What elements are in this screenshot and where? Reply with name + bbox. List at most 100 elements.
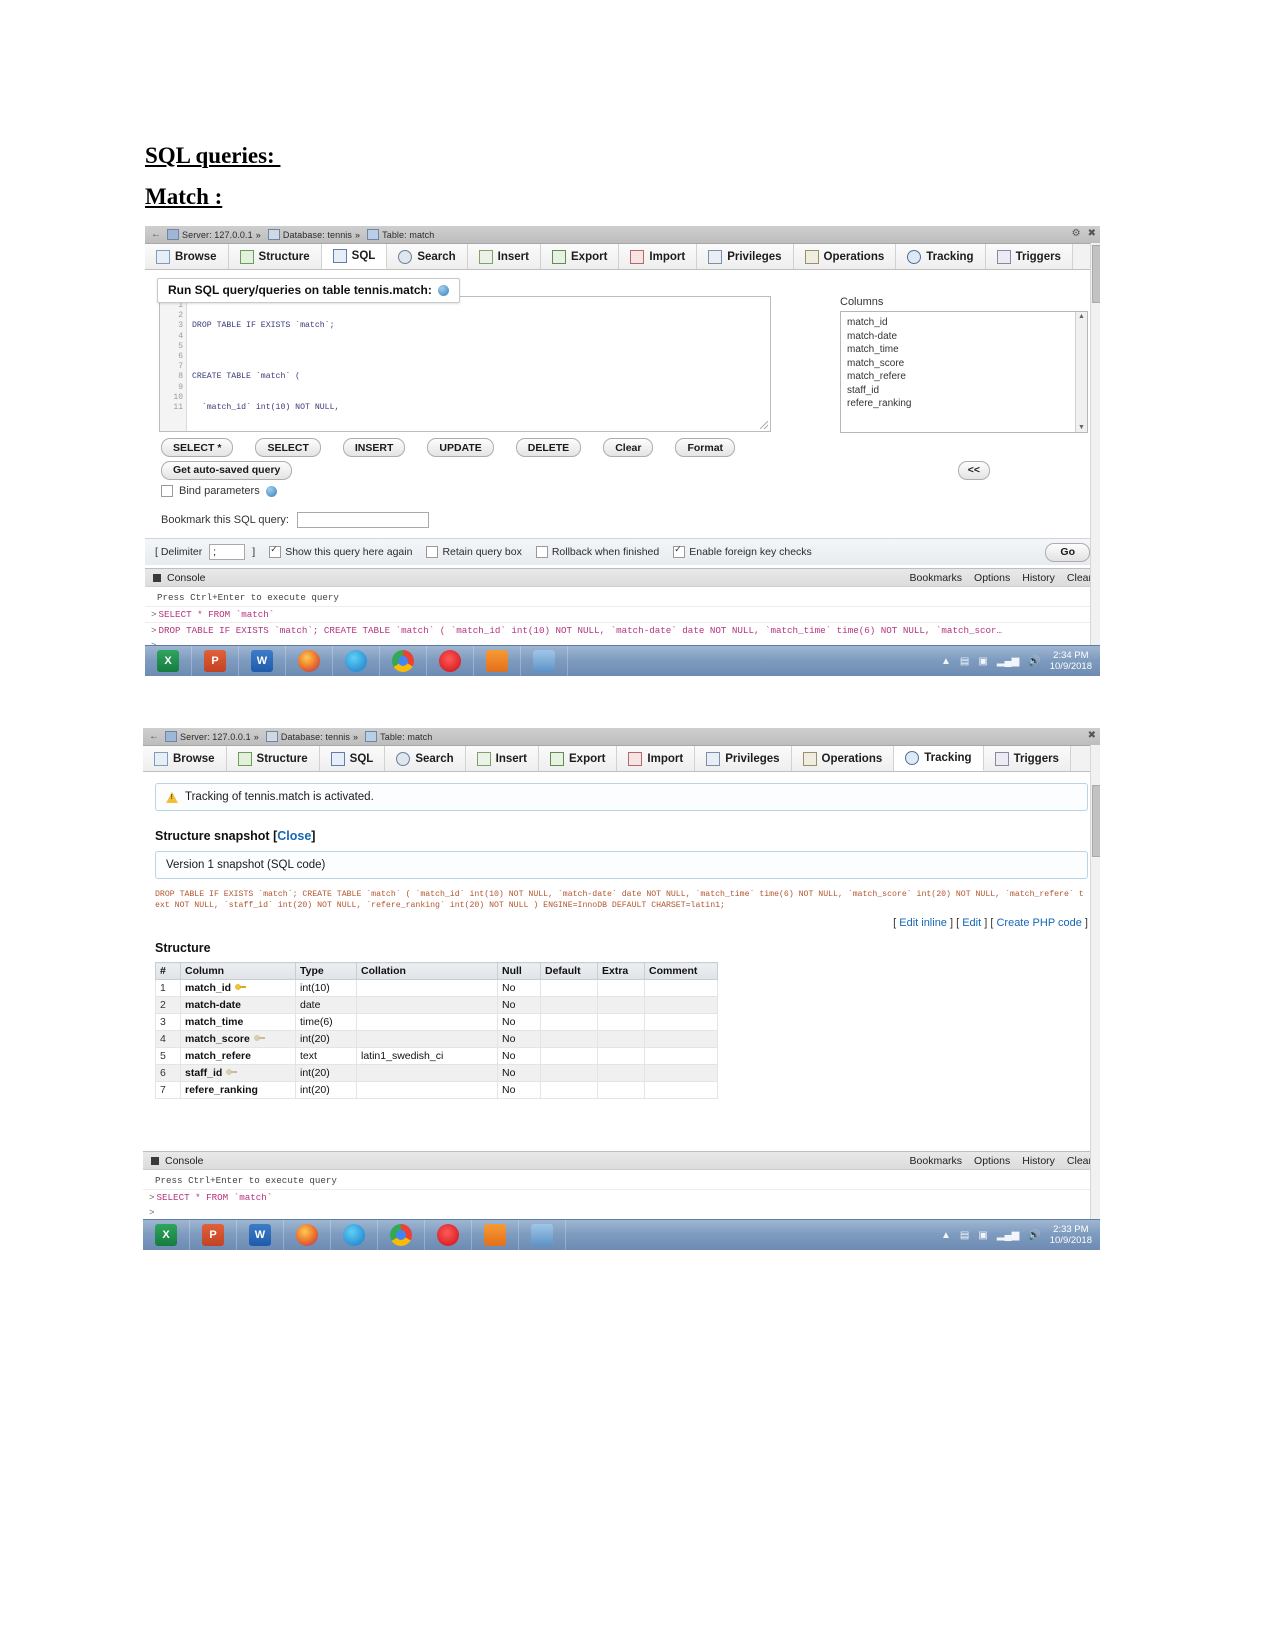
column-option[interactable]: match_time xyxy=(847,343,1069,357)
edit-inline-link[interactable]: Edit inline xyxy=(899,917,947,929)
tab-triggers[interactable]: Triggers xyxy=(985,244,1073,269)
tab-browse[interactable]: Browse xyxy=(145,244,229,269)
tab-tracking[interactable]: Tracking xyxy=(896,244,986,269)
columns-listbox[interactable]: match_id match-date match_time match_sco… xyxy=(840,311,1088,433)
volume-icon[interactable]: 🔊 xyxy=(1028,656,1040,667)
help-icon[interactable] xyxy=(265,485,277,497)
taskbar-powerpoint[interactable]: P xyxy=(192,646,239,676)
sql-editor-code[interactable]: DROP TABLE IF EXISTS `match`; CREATE TAB… xyxy=(187,297,770,431)
insert-columns-button[interactable]: << xyxy=(957,460,990,480)
scrollbar-thumb[interactable] xyxy=(1092,785,1100,857)
tab-tracking[interactable]: Tracking xyxy=(894,746,984,771)
taskbar-chrome[interactable] xyxy=(380,646,427,676)
option-rollback-when-finished[interactable]: Rollback when finished xyxy=(535,546,659,558)
show-query-again-checkbox[interactable] xyxy=(269,544,282,558)
taskbar-opera[interactable] xyxy=(425,1220,472,1250)
taskbar-explorer[interactable] xyxy=(521,646,568,676)
taskbar-edge[interactable] xyxy=(331,1220,378,1250)
table-row[interactable]: 6 staff_id int(20) No xyxy=(155,1064,718,1082)
show-hidden-icon[interactable]: ▲ xyxy=(941,656,951,667)
get-auto-saved-query-button[interactable]: Get auto-saved query xyxy=(161,460,293,480)
console-bookmarks-link[interactable]: Bookmarks xyxy=(910,572,963,584)
console-clear-link[interactable]: Clear xyxy=(1067,572,1092,584)
sql-editor[interactable]: 1 2 3 4 5 6 7 8 9 10 11 DROP TABLE IF EX… xyxy=(159,296,771,432)
shot2-scrollbar[interactable] xyxy=(1090,745,1100,1220)
console-clear-link[interactable]: Clear xyxy=(1067,1155,1092,1167)
breadcrumb-database[interactable]: Database: tennis xyxy=(283,230,352,240)
table-row[interactable]: 1 match_id int(10) No xyxy=(155,979,718,997)
foreign-key-checks-checkbox[interactable] xyxy=(673,544,686,558)
taskbar-word[interactable]: W xyxy=(239,646,286,676)
format-button[interactable]: Format xyxy=(675,438,736,457)
taskbar-explorer[interactable] xyxy=(519,1220,566,1250)
taskbar-xampp[interactable] xyxy=(474,646,521,676)
console-options-link[interactable]: Options xyxy=(974,1155,1010,1167)
shot1-console-body[interactable]: Press Ctrl+Enter to execute query > SELEC… xyxy=(145,587,1100,653)
tab-export[interactable]: Export xyxy=(541,244,620,269)
table-row[interactable]: 3 match_time time(6) No xyxy=(155,1013,718,1031)
tab-operations[interactable]: Operations xyxy=(793,244,897,269)
column-option[interactable]: refere_ranking xyxy=(847,397,1069,411)
taskbar-word[interactable]: W xyxy=(237,1220,284,1250)
snapshot-close-link[interactable]: Close xyxy=(277,829,311,843)
resize-grip-icon[interactable] xyxy=(760,421,768,429)
taskbar-clock[interactable]: 2:33 PM 10/9/2018 xyxy=(1050,1224,1092,1246)
taskbar-excel[interactable]: X xyxy=(143,1220,190,1250)
clear-button[interactable]: Clear xyxy=(603,438,654,457)
taskbar-clock[interactable]: 2:34 PM 10/9/2018 xyxy=(1050,650,1092,672)
console-bookmarks-link[interactable]: Bookmarks xyxy=(910,1155,963,1167)
columns-scrollbar[interactable]: ▲ ▼ xyxy=(1075,312,1087,432)
taskbar-firefox[interactable] xyxy=(284,1220,331,1250)
taskbar-excel[interactable]: X xyxy=(145,646,192,676)
gear-icon[interactable]: ⚙ xyxy=(1072,228,1081,239)
tab-insert[interactable]: Insert xyxy=(467,244,541,269)
console-query-line[interactable]: > DROP TABLE IF EXISTS `match`; CREATE TA… xyxy=(145,622,1100,638)
close-icon[interactable]: ✖ xyxy=(1088,730,1096,741)
column-option[interactable]: match_id xyxy=(847,316,1069,330)
taskbar-firefox[interactable] xyxy=(286,646,333,676)
rollback-checkbox[interactable] xyxy=(535,546,548,558)
breadcrumb-table[interactable]: Table: match xyxy=(380,732,432,742)
option-enable-foreign-key-checks[interactable]: Enable foreign key checks xyxy=(673,544,812,558)
tab-import[interactable]: Import xyxy=(619,244,698,269)
option-show-query-again[interactable]: Show this query here again xyxy=(269,544,412,558)
breadcrumb-server[interactable]: Server: 127.0.0.1 xyxy=(180,732,251,742)
scroll-down-icon[interactable]: ▼ xyxy=(1077,423,1086,432)
edit-link[interactable]: Edit xyxy=(962,917,981,929)
taskbar-powerpoint[interactable]: P xyxy=(190,1220,237,1250)
console-prompt-line[interactable]: > xyxy=(143,1205,1100,1220)
go-button[interactable]: Go xyxy=(1045,542,1090,562)
bind-parameters-checkbox[interactable] xyxy=(161,485,173,497)
scrollbar-thumb[interactable] xyxy=(1092,245,1100,303)
tab-sql[interactable]: SQL xyxy=(321,244,388,269)
column-option[interactable]: match_score xyxy=(847,357,1069,371)
breadcrumb-table[interactable]: Table: match xyxy=(382,230,434,240)
column-option[interactable]: staff_id xyxy=(847,384,1069,398)
taskbar-edge[interactable] xyxy=(333,646,380,676)
console-query-line[interactable]: > SELECT * FROM `match` xyxy=(145,606,1100,622)
table-row[interactable]: 7 refere_ranking int(20) No xyxy=(155,1081,718,1099)
update-button[interactable]: UPDATE xyxy=(427,438,494,457)
snapshot-version-box[interactable]: Version 1 snapshot (SQL code) xyxy=(155,851,1088,879)
signal-icon[interactable]: ▂▄▆ xyxy=(997,1230,1019,1241)
taskbar-xampp[interactable] xyxy=(472,1220,519,1250)
tab-triggers[interactable]: Triggers xyxy=(983,746,1071,771)
network-icon[interactable]: ▤ xyxy=(960,1230,969,1241)
tab-import[interactable]: Import xyxy=(617,746,696,771)
create-php-code-link[interactable]: Create PHP code xyxy=(996,917,1081,929)
taskbar-opera[interactable] xyxy=(427,646,474,676)
show-hidden-icon[interactable]: ▲ xyxy=(941,1230,951,1241)
table-row[interactable]: 5 match_refere text latin1_swedish_ci No xyxy=(155,1047,718,1065)
network-icon[interactable]: ▤ xyxy=(960,656,969,667)
tab-sql[interactable]: SQL xyxy=(319,746,386,771)
help-icon[interactable] xyxy=(437,284,449,296)
tab-operations[interactable]: Operations xyxy=(791,746,895,771)
option-retain-query-box[interactable]: Retain query box xyxy=(426,546,522,558)
delimiter-input[interactable] xyxy=(209,544,246,560)
tab-insert[interactable]: Insert xyxy=(465,746,539,771)
close-icon[interactable]: ✖ xyxy=(1088,228,1096,239)
retain-query-box-checkbox[interactable] xyxy=(426,546,439,558)
columns-list[interactable]: match_id match-date match_time match_sco… xyxy=(841,312,1075,432)
tab-export[interactable]: Export xyxy=(539,746,618,771)
shot2-console-body[interactable]: Press Ctrl+Enter to execute query > SELEC… xyxy=(143,1170,1100,1220)
